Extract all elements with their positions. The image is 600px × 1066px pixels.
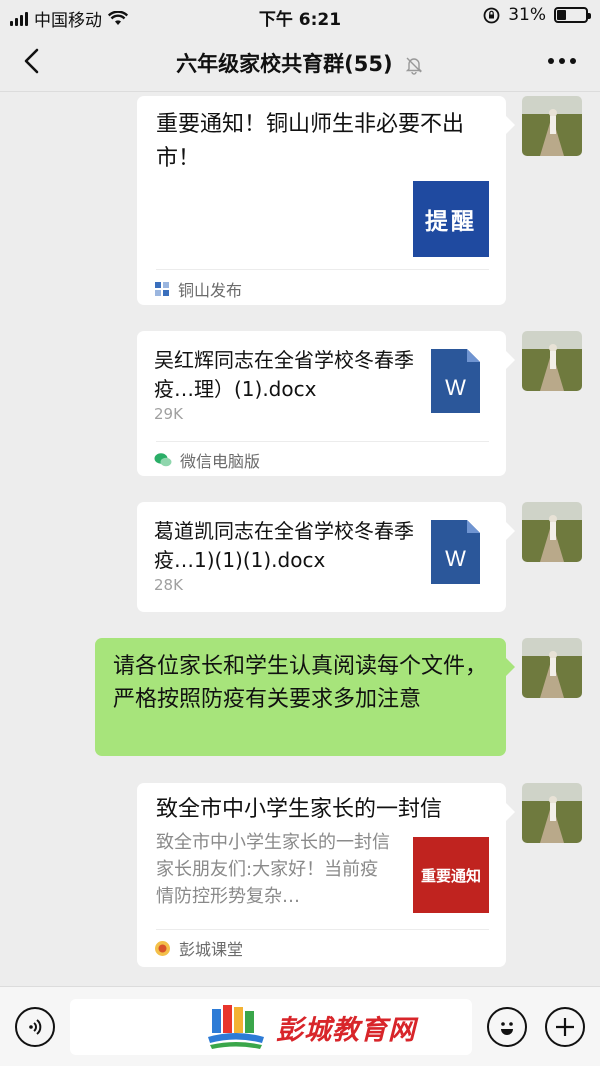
file-name: 葛道凯同志在全省学校冬春季疫…1)(1)(1).docx bbox=[154, 519, 414, 572]
divider bbox=[156, 441, 489, 442]
source-logo-icon bbox=[155, 282, 169, 296]
input-bar: 彭城教育网 bbox=[0, 986, 600, 1066]
mute-bell-icon bbox=[405, 57, 423, 75]
avatar-photo bbox=[522, 96, 582, 156]
link-source: 铜山发布 bbox=[154, 277, 242, 301]
message-text-bubble[interactable]: 请各位家长和学生认真阅读每个文件，严格按照防疫有关要求多加注意 bbox=[95, 638, 515, 756]
avatar[interactable] bbox=[522, 502, 582, 562]
svg-text:W: W bbox=[445, 546, 466, 571]
link-description: 致全市中小学生家长的一封信家长朋友们:大家好！当前疫情防控形势复杂… bbox=[156, 832, 390, 907]
avatar-photo bbox=[522, 638, 582, 698]
emoji-icon bbox=[501, 1022, 513, 1035]
watermark-logo-icon bbox=[208, 1005, 264, 1049]
word-doc-icon: W bbox=[431, 349, 480, 413]
avatar-photo bbox=[522, 502, 582, 562]
more-functions-button[interactable] bbox=[545, 1007, 585, 1047]
message-input[interactable]: 彭城教育网 bbox=[70, 999, 472, 1055]
chat-title-wrap: 六年级家校共育群(55) bbox=[0, 48, 600, 78]
chat-header: 六年级家校共育群(55) bbox=[0, 32, 600, 92]
voice-icon bbox=[29, 1019, 42, 1035]
link-thumbnail: 提醒 bbox=[413, 181, 489, 257]
file-size: 29K bbox=[154, 405, 183, 423]
plus-icon bbox=[556, 1018, 574, 1036]
battery-icon bbox=[554, 7, 591, 23]
link-title: 致全市中小学生家长的一封信 bbox=[156, 797, 443, 822]
watermark-text: 彭城教育网 bbox=[276, 1014, 416, 1046]
avatar[interactable] bbox=[522, 638, 582, 698]
orientation-lock-icon bbox=[483, 7, 500, 23]
source-name: 微信电脑版 bbox=[180, 452, 261, 471]
avatar[interactable] bbox=[522, 331, 582, 391]
svg-text:W: W bbox=[445, 375, 466, 400]
battery-percent: 31% bbox=[508, 5, 546, 25]
more-icon[interactable] bbox=[548, 58, 576, 64]
divider bbox=[156, 929, 489, 930]
source-name: 铜山发布 bbox=[178, 281, 243, 300]
message-file-card[interactable]: 葛道凯同志在全省学校冬春季疫…1)(1)(1).docx 28K W bbox=[137, 502, 515, 612]
thumbnail-text: 重要通知 bbox=[420, 866, 481, 885]
source-logo-icon bbox=[155, 940, 170, 956]
avatar[interactable] bbox=[522, 96, 582, 156]
status-right: 31% bbox=[483, 5, 591, 25]
watermark: 彭城教育网 bbox=[206, 1003, 416, 1051]
wechat-icon bbox=[154, 453, 172, 467]
word-doc-icon: W bbox=[431, 520, 480, 584]
link-title: 重要通知！铜山师生非必要不出市！ bbox=[156, 112, 465, 171]
divider bbox=[156, 269, 489, 270]
thumbnail-text: 提醒 bbox=[425, 209, 477, 235]
message-file-card[interactable]: 吴红辉同志在全省学校冬春季疫…理）(1).docx 29K W 微信电脑版 bbox=[137, 331, 515, 476]
link-source: 彭城课堂 bbox=[154, 936, 243, 960]
file-size: 28K bbox=[154, 576, 183, 594]
avatar[interactable] bbox=[522, 783, 582, 843]
message-link-card[interactable]: 重要通知！铜山师生非必要不出市！ 提醒 铜山发布 bbox=[137, 96, 515, 305]
avatar-photo bbox=[522, 331, 582, 391]
source-name: 彭城课堂 bbox=[179, 940, 244, 959]
message-link-card[interactable]: 致全市中小学生家长的一封信 致全市中小学生家长的一封信家长朋友们:大家好！当前疫… bbox=[137, 783, 515, 967]
emoji-button[interactable] bbox=[487, 1007, 527, 1047]
status-bar: 中国移动 下午 6:21 31% bbox=[0, 0, 600, 32]
link-thumbnail: 重要通知 bbox=[413, 837, 489, 913]
avatar-photo bbox=[522, 783, 582, 843]
file-name: 吴红辉同志在全省学校冬春季疫…理）(1).docx bbox=[154, 348, 414, 401]
voice-button[interactable] bbox=[15, 1007, 55, 1047]
chat-title: 六年级家校共育群(55) bbox=[176, 52, 393, 76]
file-source: 微信电脑版 bbox=[154, 448, 260, 472]
